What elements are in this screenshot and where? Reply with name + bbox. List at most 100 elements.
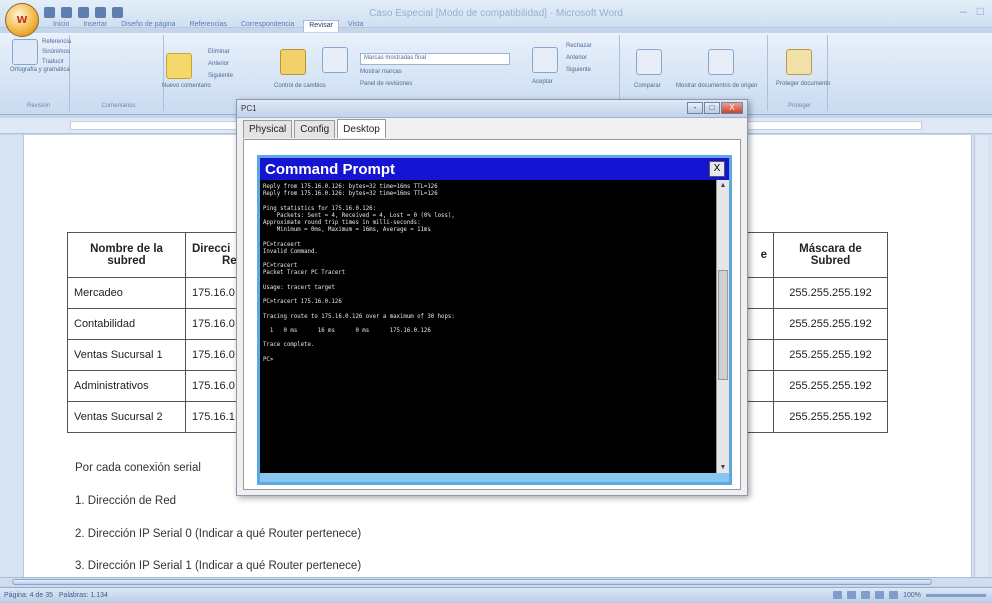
next-comment-button[interactable]: Siguiente [208, 73, 233, 79]
tab-physical[interactable]: Physical [243, 120, 293, 138]
header-line: Re [222, 255, 237, 267]
header-line: Subred [810, 255, 851, 267]
status-bar: Página: 4 de 35 Palabras: 1.134 100% [0, 587, 992, 603]
previous-change-button[interactable]: Anterior [566, 55, 587, 61]
minimize-icon[interactable]: – [960, 4, 967, 18]
header-line: e [760, 249, 767, 261]
tab-referencias[interactable]: Referencias [185, 20, 232, 32]
show-markup-button[interactable]: Mostrar marcas [360, 69, 402, 75]
subnet-name-cell[interactable]: Ventas Sucursal 1 [67, 339, 186, 371]
pt-tabs: Physical Config Desktop [243, 119, 386, 138]
command-prompt-title: Command Prompt X [260, 158, 729, 180]
subnet-mask-cell[interactable]: 255.255.255.192 [773, 401, 888, 433]
delete-comment-button[interactable]: Eliminar [208, 49, 230, 55]
paragraph: 2. Dirección IP Serial 0 (Indicar a qué … [75, 528, 362, 540]
scroll-down-icon[interactable]: ▼ [718, 462, 728, 473]
subnet-name-cell[interactable]: Administrativos [67, 370, 186, 402]
outline-icon[interactable] [875, 591, 885, 599]
pt-window-controls: - □ X [687, 102, 743, 114]
accept-label: Aceptar [532, 79, 553, 85]
track-changes-icon[interactable] [280, 49, 306, 75]
tab-inicio[interactable]: Inicio [48, 20, 74, 32]
status-left: Página: 4 de 35 Palabras: 1.134 [4, 592, 108, 599]
pt-window-title: PC1 [241, 104, 257, 113]
tab-correspondencia[interactable]: Correspondencia [236, 20, 299, 32]
tab-insertar[interactable]: Insertar [78, 20, 112, 32]
subnet-mask-cell[interactable]: 255.255.255.192 [773, 277, 888, 309]
word-count[interactable]: Palabras: 1.134 [59, 592, 108, 599]
terminal-scrollbar[interactable]: ▲ ▼ [716, 180, 729, 473]
group-label: Proteger [787, 103, 811, 109]
draft-icon[interactable] [889, 591, 899, 599]
pt-close-button[interactable]: X [721, 102, 743, 114]
terminal-text: Reply from 175.16.0.126: bytes=32 time=1… [263, 184, 455, 363]
tab-desktop[interactable]: Desktop [337, 119, 386, 138]
reviewing-pane-button[interactable]: Panel de revisiones [360, 81, 412, 87]
terminal-output[interactable]: Reply from 175.16.0.126: bytes=32 time=1… [260, 180, 716, 473]
group-label: Comentarios [101, 103, 136, 109]
tab-dise-o-de-p-gina[interactable]: Diseño de página [116, 20, 181, 32]
document-vertical-scrollbar[interactable] [974, 135, 988, 577]
new-comment-icon[interactable] [166, 53, 192, 79]
header-cell: Máscara de Subred [773, 232, 888, 278]
subnet-mask-cell[interactable]: 255.255.255.192 [773, 339, 888, 371]
desktop-panel: Command Prompt X Reply from 175.16.0.126:… [243, 139, 741, 490]
office-logo: W [16, 14, 28, 26]
track-changes-label: Control de cambios [274, 83, 326, 89]
spelling-icon[interactable] [12, 39, 38, 65]
pt-maximize-button[interactable]: □ [704, 102, 720, 114]
group-label: Revisión [26, 103, 50, 109]
command-prompt-title-text: Command Prompt [265, 161, 396, 178]
next-change-button[interactable]: Siguiente [566, 67, 591, 73]
pt-title-bar[interactable]: PC1 - □ X [237, 100, 747, 118]
pt-minimize-button[interactable]: - [687, 102, 703, 114]
web-layout-icon[interactable] [861, 591, 871, 599]
protect-label: Proteger documento [776, 81, 831, 87]
header-line: Nombre de la [90, 243, 163, 255]
previous-comment-button[interactable]: Anterior [208, 61, 229, 67]
status-right: 100% [833, 591, 986, 599]
source-documents-icon[interactable] [708, 49, 734, 75]
thesaurus-button[interactable]: Sinónimos [42, 49, 70, 55]
subnet-mask-cell[interactable]: 255.255.255.192 [773, 370, 888, 402]
maximize-icon[interactable]: □ [977, 4, 984, 18]
tab-revisar[interactable]: Revisar [303, 20, 339, 32]
paragraph: Por cada conexión serial [75, 462, 201, 474]
balloons-icon[interactable] [322, 47, 348, 73]
group-protect: Proteger documento Proteger [772, 35, 831, 111]
full-screen-icon[interactable] [847, 591, 857, 599]
spelling-label: Ortografía y gramática [10, 67, 70, 73]
accept-icon[interactable] [532, 47, 558, 73]
display-for-review-select[interactable]: Marcas mostradas final [360, 53, 510, 65]
research-button[interactable]: Referencia [42, 39, 71, 45]
pt-pc-window: PC1 - □ X Physical Config Desktop Comman… [236, 99, 748, 496]
header-cell: Nombre de la subred [67, 232, 186, 278]
command-prompt-window: Command Prompt X Reply from 175.16.0.126:… [257, 155, 732, 485]
subnet-mask-cell[interactable]: 255.255.255.192 [773, 308, 888, 340]
compare-icon[interactable] [636, 49, 662, 75]
print-layout-icon[interactable] [833, 591, 843, 599]
tab-vista[interactable]: Vista [343, 20, 368, 32]
subnet-name-cell[interactable]: Ventas Sucursal 2 [67, 401, 186, 433]
window-controls: – □ [960, 4, 984, 18]
command-prompt-close-button[interactable]: X [709, 161, 725, 177]
header-line: Direcci [192, 243, 231, 255]
source-documents-label: Mostrar documentos de origen [676, 83, 758, 89]
horizontal-scrollbar[interactable] [0, 577, 992, 586]
subnet-name-cell[interactable]: Contabilidad [67, 308, 186, 340]
translate-button[interactable]: Traducir [42, 59, 64, 65]
group-comments: Nuevo comentario Eliminar Anterior Sigui… [74, 35, 233, 111]
page-count[interactable]: Página: 4 de 35 [4, 592, 53, 599]
paragraph: 3. Dirección IP Serial 1 (Indicar a qué … [75, 560, 362, 572]
scrollbar-thumb[interactable] [12, 579, 932, 585]
protect-document-icon[interactable] [786, 49, 812, 75]
office-button[interactable]: W [5, 3, 39, 37]
subnet-name-cell[interactable]: Mercadeo [67, 277, 186, 309]
ribbon-tabs: Inicio Insertar Diseño de página Referencia… [48, 20, 368, 32]
zoom-level[interactable]: 100% [903, 592, 921, 599]
zoom-slider[interactable] [926, 593, 986, 597]
scroll-up-icon[interactable]: ▲ [718, 180, 728, 191]
terminal-scroll-thumb[interactable] [718, 270, 728, 380]
reject-button[interactable]: Rechazar [566, 43, 592, 49]
tab-config[interactable]: Config [294, 120, 336, 138]
